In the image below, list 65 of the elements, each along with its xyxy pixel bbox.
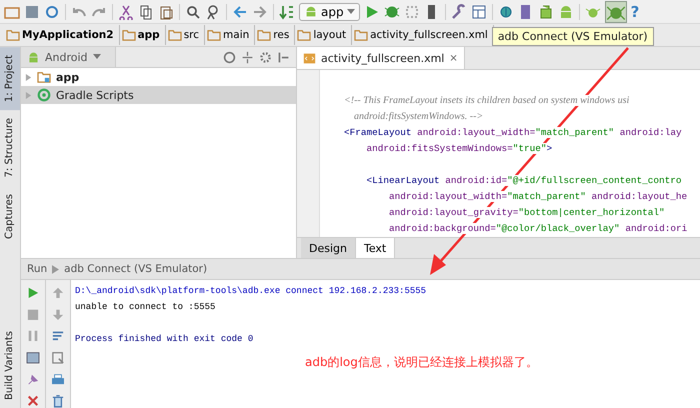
side-tab[interactable]: 1: Project bbox=[0, 47, 20, 110]
debug-icon[interactable] bbox=[384, 4, 400, 20]
editor-mode-tab[interactable]: Text bbox=[356, 238, 396, 258]
side-tab[interactable]: Captures bbox=[0, 186, 20, 247]
breadcrumb-item[interactable]: activity_fullscreen.xml bbox=[352, 25, 494, 45]
gradle-icon bbox=[37, 88, 51, 102]
down-arrow-icon[interactable] bbox=[51, 308, 65, 322]
side-tab[interactable]: 7: Structure bbox=[0, 110, 20, 186]
cut-icon[interactable] bbox=[118, 4, 134, 20]
folder-icon bbox=[297, 29, 312, 41]
hide-icon[interactable] bbox=[277, 50, 290, 64]
collapse-icon[interactable] bbox=[241, 50, 254, 64]
folder-icon bbox=[6, 29, 20, 41]
folder-icon bbox=[168, 29, 182, 41]
caret-icon bbox=[346, 8, 355, 14]
find-icon[interactable] bbox=[185, 4, 201, 20]
folder-icon bbox=[207, 29, 222, 41]
breadcrumb-item[interactable]: MyApplication2 bbox=[4, 25, 120, 45]
folder-icon bbox=[37, 71, 51, 83]
view-dropdown[interactable]: Android bbox=[21, 47, 116, 67]
trash-icon[interactable] bbox=[51, 394, 65, 408]
breadcrumb-item[interactable]: layout bbox=[295, 25, 352, 45]
tree-item[interactable]: app bbox=[21, 68, 296, 86]
breadcrumb-item[interactable]: res bbox=[255, 25, 296, 45]
back-icon[interactable] bbox=[232, 4, 248, 20]
side-tab[interactable]: Build Variants bbox=[0, 323, 20, 408]
folder-icon bbox=[122, 29, 136, 41]
folder-icon bbox=[257, 29, 272, 41]
editor-mode-tab[interactable]: Design bbox=[301, 238, 356, 258]
breadcrumb-item[interactable]: src bbox=[166, 25, 206, 45]
rerun-icon[interactable] bbox=[26, 286, 40, 300]
run-config-dropdown[interactable]: app bbox=[299, 2, 360, 20]
close-icon[interactable] bbox=[26, 394, 40, 408]
stop-icon[interactable] bbox=[26, 308, 40, 322]
breadcrumb-item[interactable]: main bbox=[205, 25, 256, 45]
close-icon[interactable]: × bbox=[449, 52, 458, 64]
run-panel-title: Run bbox=[27, 263, 48, 275]
make-icon[interactable] bbox=[279, 4, 295, 20]
wrench-icon[interactable] bbox=[450, 4, 467, 20]
pause-icon[interactable] bbox=[26, 329, 40, 344]
annotation-text: adb的log信息，说明已经连接上模拟器了。 bbox=[305, 354, 539, 371]
run-config-icon bbox=[52, 264, 60, 274]
scroll-end-icon[interactable] bbox=[51, 351, 65, 365]
tree-item[interactable]: Gradle Scripts bbox=[21, 86, 296, 104]
target-icon[interactable] bbox=[223, 50, 236, 64]
folder-icon bbox=[354, 29, 368, 41]
run-config-name: adb Connect (VS Emulator) bbox=[64, 263, 208, 275]
help-icon[interactable]: ? bbox=[630, 2, 640, 20]
xml-file-icon bbox=[303, 52, 316, 64]
editor-tab[interactable]: activity_fullscreen.xml × bbox=[297, 47, 465, 69]
structure-icon[interactable] bbox=[470, 4, 487, 20]
console-line: D:\_android\sdk\platform-tools\adb.exe connect 192.168.2.233:5555 bbox=[75, 286, 426, 296]
copy-icon[interactable] bbox=[138, 4, 154, 20]
caret-icon bbox=[92, 54, 101, 60]
tooltip: adb Connect (VS Emulator) bbox=[492, 26, 654, 46]
forward-icon[interactable] bbox=[252, 4, 268, 20]
console-line: Process finished with exit code 0 bbox=[75, 334, 254, 344]
paste-icon[interactable] bbox=[158, 4, 174, 20]
breadcrumb-item[interactable]: app bbox=[120, 25, 166, 45]
android-icon bbox=[304, 4, 318, 18]
android-icon bbox=[27, 50, 40, 64]
up-arrow-icon[interactable] bbox=[51, 286, 65, 300]
console-line: unable to connect to :5555 bbox=[75, 302, 216, 312]
expand-arrow-icon[interactable] bbox=[25, 74, 32, 80]
print-icon[interactable] bbox=[51, 372, 65, 386]
